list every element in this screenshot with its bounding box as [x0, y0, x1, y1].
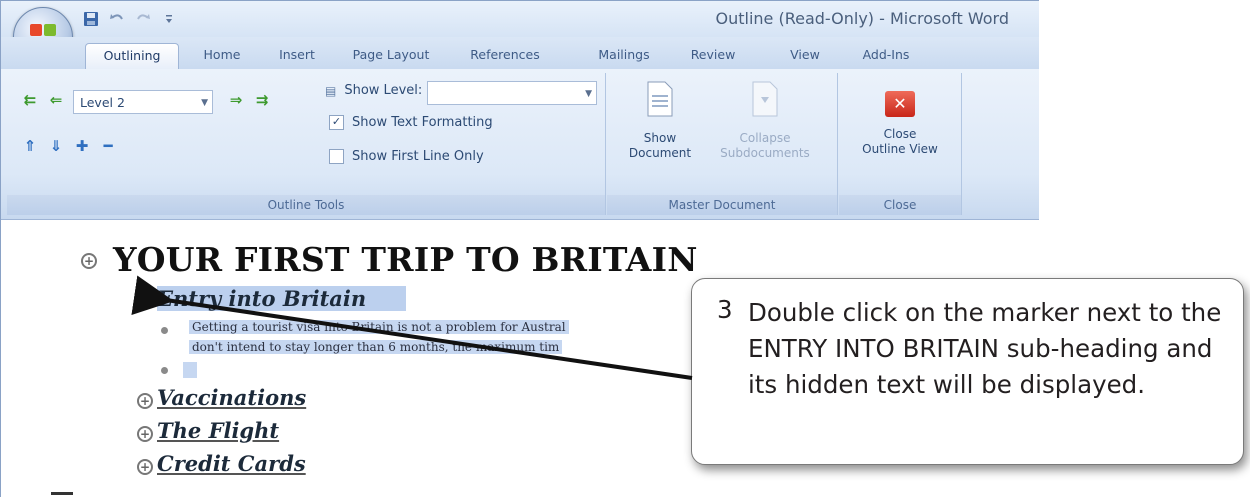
show-document-button[interactable]: Show Document [615, 81, 705, 161]
close-outline-line2: Outline View [862, 142, 938, 156]
bullet-icon [161, 367, 168, 374]
tab-view[interactable]: View [777, 43, 833, 69]
tab-add-ins[interactable]: Add-Ins [851, 43, 921, 69]
outline-level-combo[interactable]: Level 2 ▼ [73, 90, 213, 114]
close-outline-view-button[interactable]: ✕ Close Outline View [847, 91, 953, 157]
tab-outlining[interactable]: Outlining [85, 43, 179, 70]
ribbon-tabs: Outlining Home Insert Page Layout Refere… [1, 37, 1039, 70]
undo-icon[interactable] [107, 9, 127, 29]
show-level-row: ▤ Show Level: [325, 83, 422, 98]
promote-to-heading-icon[interactable]: ⇇ [19, 89, 41, 111]
move-up-icon[interactable]: ⇑ [19, 135, 41, 157]
entry-heading: Entry into Britain [157, 286, 407, 311]
save-icon[interactable] [81, 9, 101, 29]
heading1-marker-icon[interactable]: + [81, 253, 97, 269]
heading-vaccinations: Vaccinations [157, 385, 307, 410]
show-level-combo[interactable]: ▼ [427, 81, 597, 105]
window-title: Outline (Read-Only) - Microsoft Word [715, 9, 1010, 28]
bullet-icon [161, 327, 168, 334]
show-document-line1: Show [643, 131, 677, 145]
close-group: ✕ Close Outline View Close [839, 73, 962, 215]
chevron-down-icon: ▼ [585, 89, 592, 99]
collapse-subdocuments-line2: Subdocuments [720, 146, 810, 160]
empty-selected-line [183, 362, 197, 378]
tab-review[interactable]: Review [679, 43, 747, 69]
vaccinations-marker-icon[interactable]: + [137, 393, 153, 409]
show-text-formatting-row[interactable]: ✓ Show Text Formatting [329, 115, 493, 130]
document-icon [647, 81, 673, 117]
heading-flight: The Flight [157, 418, 280, 443]
callout-step-number: 3 [717, 295, 733, 324]
close-label: Close [839, 195, 961, 215]
demote-to-body-icon[interactable]: ⇉ [251, 89, 273, 111]
customize-icon[interactable] [159, 9, 179, 29]
master-document-label: Master Document [607, 195, 837, 215]
outline-tools-group: ⇇ ⇐ Level 2 ▼ ⇒ ⇉ ⇑ ⇓ ✚ ━ ▤ Show Level: … [7, 73, 606, 215]
tab-page-layout[interactable]: Page Layout [341, 43, 441, 69]
heading-credit-cards: Credit Cards [157, 451, 306, 476]
move-down-icon[interactable]: ⇓ [45, 135, 67, 157]
outline-tools-label: Outline Tools [7, 195, 605, 215]
expand-icon[interactable]: ✚ [71, 135, 93, 157]
show-level-label: Show Level: [344, 83, 423, 98]
heading-1: YOUR FIRST TRIP TO BRITAIN [113, 240, 698, 279]
show-level-icon: ▤ [325, 83, 337, 98]
checkbox-checked-icon[interactable]: ✓ [329, 115, 344, 130]
tab-insert[interactable]: Insert [267, 43, 327, 69]
checkbox-empty-icon[interactable] [329, 149, 344, 164]
chevron-down-icon: ▼ [201, 98, 208, 108]
collapse-icon[interactable]: ━ [97, 135, 119, 157]
body-line-2: don't intend to stay longer than 6 month… [189, 340, 563, 354]
master-document-group: Show Document Collapse Subdocuments Mast… [607, 73, 838, 215]
outline-level-value: Level 2 [80, 95, 125, 110]
instruction-callout: 3 Double click on the marker next to the… [691, 278, 1244, 465]
collapse-subdocuments-line1: Collapse [739, 131, 791, 145]
end-of-document-mark [51, 492, 73, 495]
credit-cards-marker-icon[interactable]: + [137, 459, 153, 475]
entry-marker-icon[interactable]: ✥ [137, 294, 153, 310]
demote-icon[interactable]: ⇒ [225, 89, 247, 111]
promote-icon[interactable]: ⇐ [45, 89, 67, 111]
quick-access-toolbar [81, 8, 179, 30]
flight-marker-icon[interactable]: + [137, 426, 153, 442]
body-line-1: Getting a tourist visa into Britain is n… [189, 320, 569, 334]
show-document-line2: Document [628, 146, 692, 160]
tab-references[interactable]: References [455, 43, 555, 69]
tab-home[interactable]: Home [193, 43, 251, 69]
ribbon: ⇇ ⇐ Level 2 ▼ ⇒ ⇉ ⇑ ⇓ ✚ ━ ▤ Show Level: … [1, 69, 1039, 220]
show-first-line-only-row[interactable]: Show First Line Only [329, 149, 484, 164]
tab-mailings[interactable]: Mailings [583, 43, 665, 69]
close-x-icon: ✕ [885, 91, 915, 117]
close-outline-line1: Close [883, 127, 917, 141]
show-text-formatting-label: Show Text Formatting [352, 115, 493, 130]
collapse-subdocuments-button[interactable]: Collapse Subdocuments [707, 81, 823, 161]
show-first-line-only-label: Show First Line Only [352, 149, 484, 164]
callout-text: Double click on the marker next to the E… [748, 298, 1222, 399]
subdocument-icon [752, 81, 778, 117]
redo-icon[interactable] [133, 9, 153, 29]
